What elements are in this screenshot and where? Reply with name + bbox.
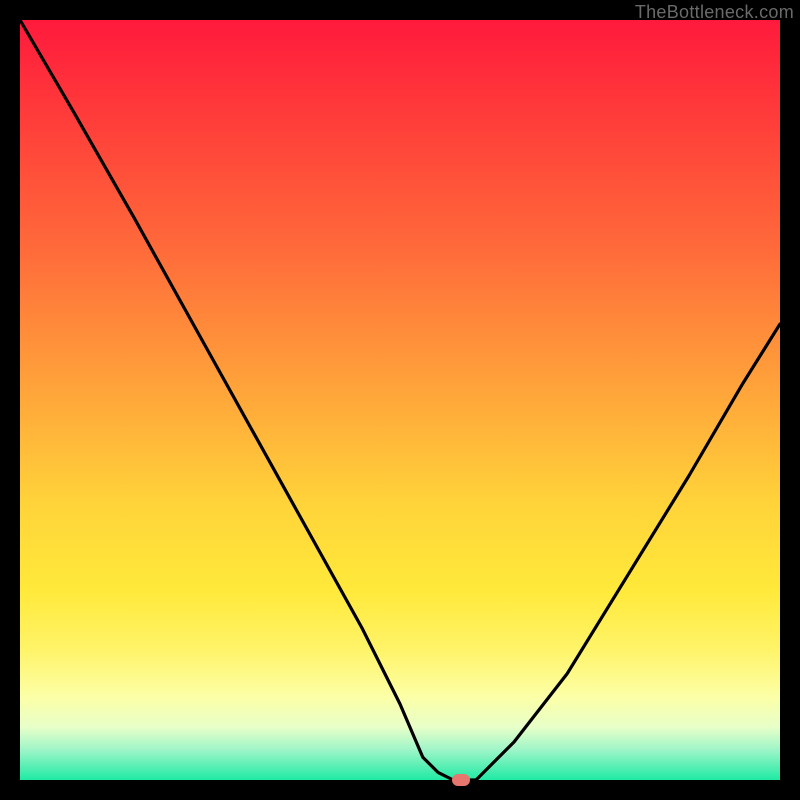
watermark-text: TheBottleneck.com	[635, 2, 794, 23]
bottleneck-curve	[20, 20, 780, 780]
optimal-point-marker	[452, 774, 470, 786]
chart-frame: TheBottleneck.com	[0, 0, 800, 800]
